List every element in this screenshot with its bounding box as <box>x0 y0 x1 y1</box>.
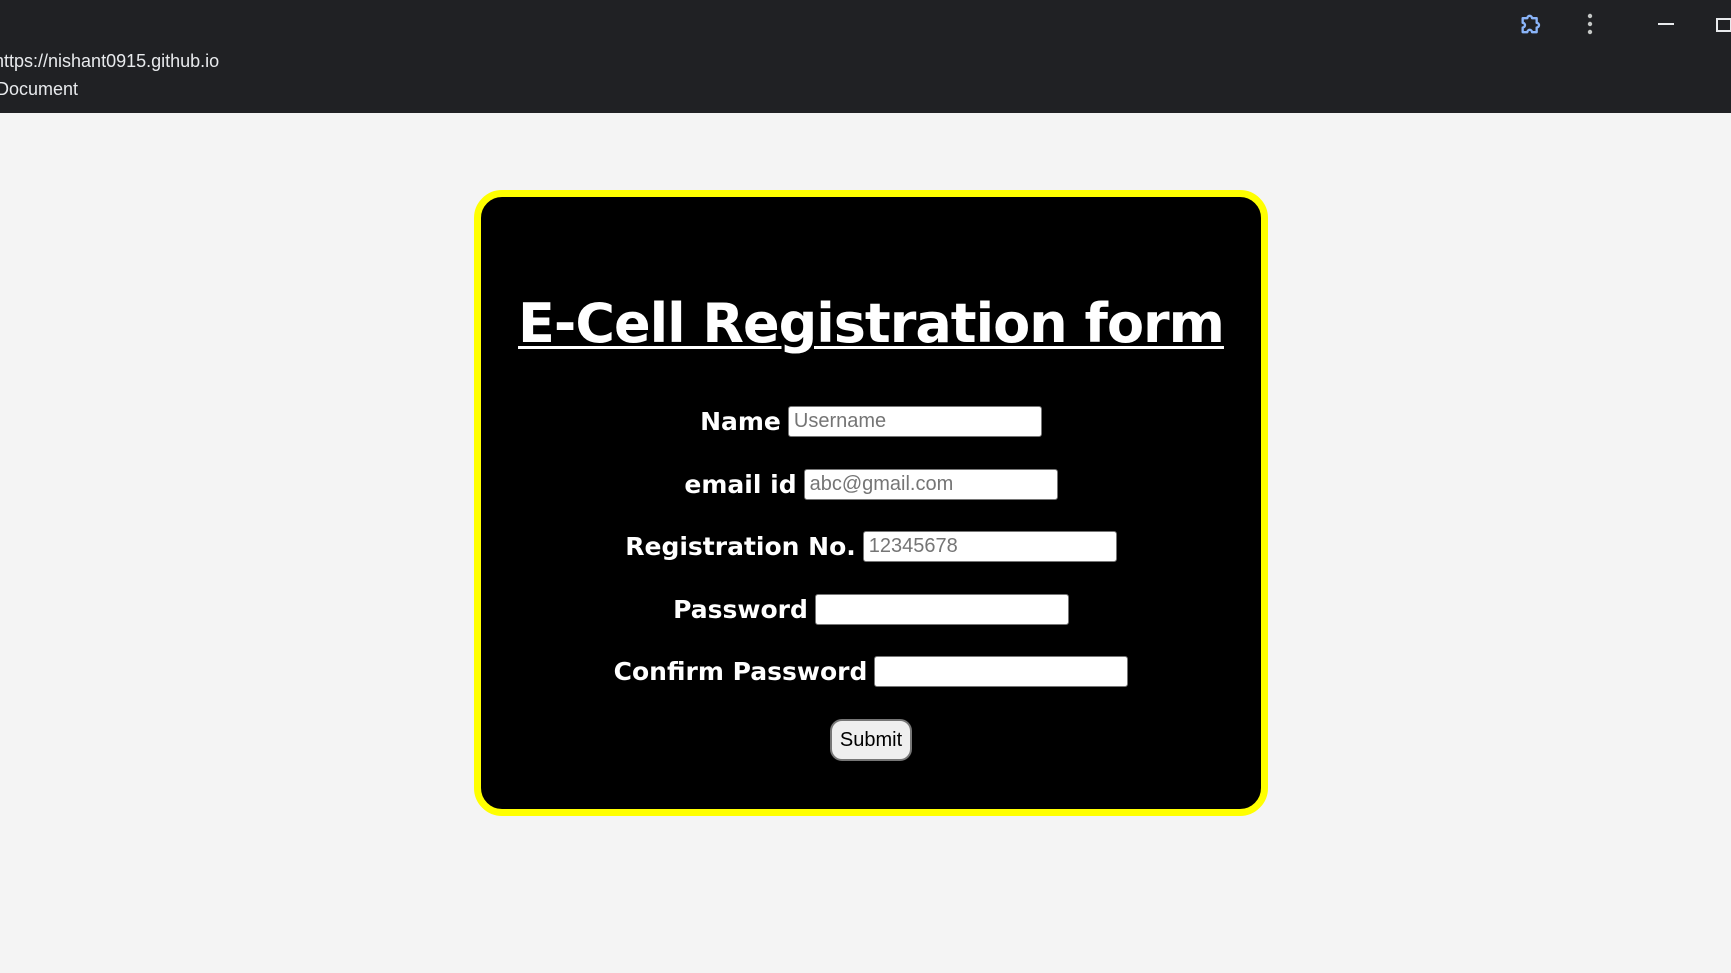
registration-no-label: Registration No. <box>625 532 856 561</box>
url-text[interactable]: https://nishant0915.github.io <box>0 51 219 72</box>
confirm-password-input[interactable] <box>874 656 1129 687</box>
maximize-icon[interactable] <box>1715 6 1731 42</box>
name-row: Name <box>481 406 1261 437</box>
browser-titlebar: https://nishant0915.github.io Document <box>0 0 1731 113</box>
email-row: email id <box>481 469 1261 500</box>
registration-no-input[interactable] <box>862 531 1117 562</box>
registration-no-row: Registration No. <box>481 531 1261 562</box>
form-title: E-Cell Registration form <box>518 292 1225 355</box>
email-label: email id <box>684 470 797 499</box>
submit-button[interactable]: Submit <box>829 719 913 761</box>
password-input[interactable] <box>814 594 1069 625</box>
minimize-icon[interactable] <box>1649 6 1685 42</box>
name-input[interactable] <box>787 406 1042 437</box>
email-input[interactable] <box>803 469 1058 500</box>
submit-row: Submit <box>481 719 1261 761</box>
password-label: Password <box>673 595 808 624</box>
registration-card: E-Cell Registration form Name email id R… <box>474 190 1268 816</box>
puzzle-extension-icon[interactable] <box>1514 6 1550 42</box>
confirm-password-label: Confirm Password <box>613 657 868 686</box>
password-row: Password <box>481 594 1261 625</box>
document-title: Document <box>0 79 79 99</box>
name-label: Name <box>700 407 781 436</box>
confirm-password-row: Confirm Password <box>481 656 1261 687</box>
kebab-menu-icon[interactable] <box>1572 6 1608 42</box>
